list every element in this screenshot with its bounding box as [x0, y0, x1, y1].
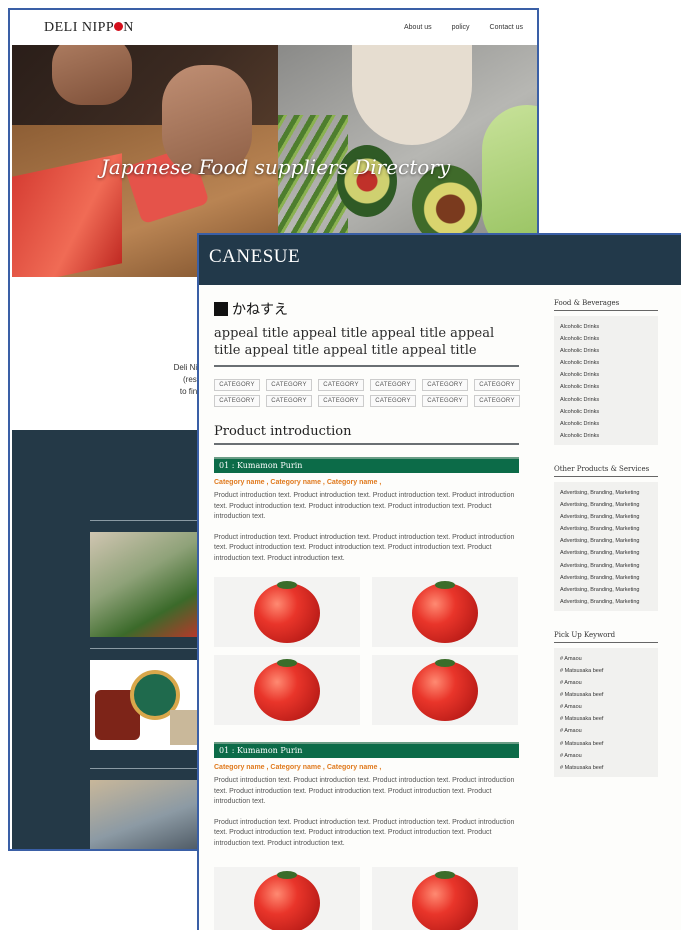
sidebar-link[interactable]: Advertising, Branding, Marketing [560, 560, 652, 572]
keyword-link[interactable]: # Amaou [560, 750, 652, 762]
tomato-image [254, 659, 320, 721]
sidebar-food-title: Food & Beverages [554, 299, 658, 311]
product-description: Product introduction text. Product intro… [214, 818, 515, 847]
keyword-link[interactable]: # Amaou [560, 701, 652, 713]
category-tag[interactable]: CATEGORY [214, 395, 260, 407]
sidebar-other-title: Other Products & Services [554, 465, 658, 477]
sidebar-link[interactable]: Alcoholic Drinks [560, 406, 652, 418]
product-image[interactable] [372, 867, 518, 930]
sidebar-link[interactable]: Alcoholic Drinks [560, 357, 652, 369]
keyword-link[interactable]: # Amaou [560, 725, 652, 737]
category-thumbnail-tableware[interactable] [90, 660, 210, 750]
product-description: Product introduction text. Product intro… [214, 492, 515, 520]
sidebar-link[interactable]: Advertising, Branding, Marketing [560, 487, 652, 499]
keyword-link[interactable]: # Amaou [560, 653, 652, 665]
supplier-page-window: CANESUE かねすえ appeal title appeal title a… [197, 233, 681, 930]
product-image[interactable] [214, 867, 360, 930]
tomato-image [412, 871, 478, 930]
keyword-link[interactable]: # Matsusaka beef [560, 665, 652, 677]
sidebar-link[interactable]: Advertising, Branding, Marketing [560, 572, 652, 584]
sidebar-other-list: Advertising, Branding, Marketing Adverti… [554, 481, 658, 611]
category-tag[interactable]: CATEGORY [422, 379, 468, 391]
keyword-link[interactable]: # Matsusaka beef [560, 762, 652, 774]
keyword-link[interactable]: # Matsusaka beef [560, 738, 652, 750]
nav-contact-us[interactable]: Contact us [490, 24, 523, 31]
tomato-image [412, 581, 478, 643]
product-image[interactable] [214, 577, 360, 647]
product-image-grid [214, 577, 519, 725]
product-image[interactable] [372, 655, 518, 725]
nav-about-us[interactable]: About us [404, 24, 432, 31]
sidebar-link[interactable]: Alcoholic Drinks [560, 394, 652, 406]
keyword-link[interactable]: # Matsusaka beef [560, 689, 652, 701]
category-tag[interactable]: CATEGORY [318, 379, 364, 391]
category-tag[interactable]: CATEGORY [318, 395, 364, 407]
sidebar-link[interactable]: Advertising, Branding, Marketing [560, 511, 652, 523]
supplier-logo: かねすえ [214, 299, 519, 319]
hero-title: Japanese Food suppliers Directory [100, 155, 451, 179]
product-image[interactable] [214, 655, 360, 725]
sidebar-link[interactable]: Alcoholic Drinks [560, 333, 652, 345]
category-tag[interactable]: CATEGORY [266, 395, 312, 407]
product-section-title: Product introduction [214, 424, 519, 445]
product-image[interactable] [372, 577, 518, 647]
product-image-grid [214, 867, 519, 930]
site-nav: About us policy Contact us [404, 24, 523, 31]
deli-nippon-logo[interactable]: DELI NIPP N [44, 20, 134, 36]
category-tag[interactable]: CATEGORY [370, 395, 416, 407]
category-tags: CATEGORY CATEGORY CATEGORY CATEGORY CATE… [214, 379, 520, 407]
nav-policy[interactable]: policy [452, 24, 470, 31]
sidebar-link[interactable]: Advertising, Branding, Marketing [560, 596, 652, 608]
product-categories[interactable]: Category name , Category name , Category… [214, 764, 519, 771]
divider [90, 648, 210, 649]
sidebar-link[interactable]: Advertising, Branding, Marketing [560, 547, 652, 559]
divider [90, 768, 210, 769]
sidebar-food-list: Alcoholic Drinks Alcoholic Drinks Alcoho… [554, 316, 658, 445]
product-categories[interactable]: Category name , Category name , Category… [214, 479, 519, 486]
category-thumbnail-fish[interactable] [90, 780, 210, 849]
product-title-bar: 01 : Kumamon Purin [214, 457, 519, 473]
category-tag[interactable]: CATEGORY [370, 379, 416, 391]
supplier-banner: CANESUE [199, 235, 681, 285]
category-tag[interactable]: CATEGORY [266, 379, 312, 391]
product-description: Product introduction text. Product intro… [214, 533, 515, 562]
sidebar-link[interactable]: Alcoholic Drinks [560, 345, 652, 357]
logo-mark-icon [214, 302, 228, 316]
supplier-name: CANESUE [209, 246, 301, 267]
logo-dot-icon [114, 22, 124, 31]
keyword-link[interactable]: # Matsusaka beef [560, 713, 652, 725]
tomato-image [254, 581, 320, 643]
category-tag[interactable]: CATEGORY [214, 379, 260, 391]
category-tag[interactable]: CATEGORY [474, 395, 520, 407]
tomato-image [412, 659, 478, 721]
sidebar-link[interactable]: Alcoholic Drinks [560, 369, 652, 381]
sidebar-link[interactable]: Advertising, Branding, Marketing [560, 523, 652, 535]
sidebar-link[interactable]: Advertising, Branding, Marketing [560, 584, 652, 596]
sidebar: Food & Beverages Alcoholic Drinks Alcoho… [554, 299, 658, 777]
category-tag[interactable]: CATEGORY [422, 395, 468, 407]
sidebar-link[interactable]: Alcoholic Drinks [560, 418, 652, 430]
category-thumbnail-vegetables[interactable] [90, 532, 210, 637]
product-description: Product introduction text. Product intro… [214, 777, 515, 805]
sidebar-link[interactable]: Alcoholic Drinks [560, 430, 652, 442]
category-tag[interactable]: CATEGORY [474, 379, 520, 391]
main-column: かねすえ appeal title appeal title appeal ti… [214, 299, 520, 930]
sidebar-link[interactable]: Advertising, Branding, Marketing [560, 535, 652, 547]
keyword-link[interactable]: # Amaou [560, 677, 652, 689]
sidebar-link[interactable]: Alcoholic Drinks [560, 381, 652, 393]
site-header: DELI NIPP N About us policy Contact us [10, 10, 537, 44]
sidebar-link[interactable]: Alcoholic Drinks [560, 321, 652, 333]
sidebar-pickup-list: # Amaou # Matsusaka beef # Amaou # Matsu… [554, 647, 658, 777]
divider [90, 520, 210, 521]
appeal-title: appeal title appeal title appeal title a… [214, 325, 519, 367]
sidebar-link[interactable]: Advertising, Branding, Marketing [560, 499, 652, 511]
tomato-image [254, 871, 320, 930]
product-title-bar: 01 : Kumamon Purin [214, 742, 519, 758]
sidebar-pickup-title: Pick Up Keyword [554, 631, 658, 643]
